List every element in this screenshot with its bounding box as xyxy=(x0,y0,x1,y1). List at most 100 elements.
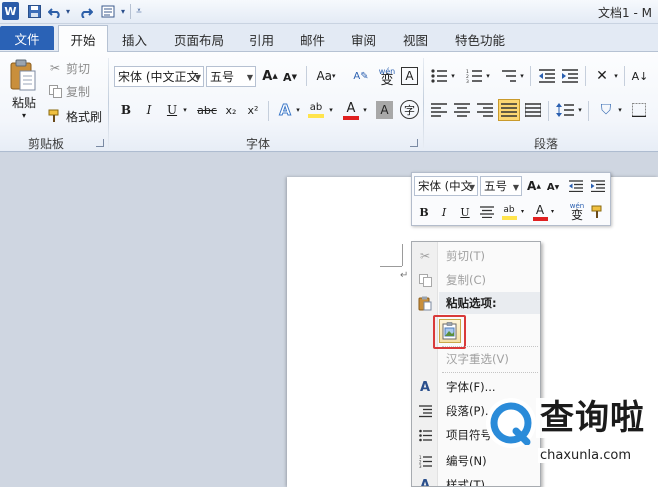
text-effects-dropdown-icon[interactable]: ▾ xyxy=(294,104,302,116)
bullets-dropdown-icon[interactable]: ▾ xyxy=(449,70,457,82)
subscript-button[interactable]: x₂ xyxy=(222,101,240,119)
bullets-icon[interactable] xyxy=(430,67,448,85)
tab-home[interactable]: 开始 xyxy=(58,25,108,52)
menu-item-font[interactable]: A 字体(F)... xyxy=(412,376,540,398)
mini-italic-button[interactable]: I xyxy=(436,203,452,221)
tab-mailings[interactable]: 邮件 xyxy=(300,30,325,49)
watermark-brand: 查询啦 xyxy=(540,398,645,438)
distributed-icon[interactable] xyxy=(524,101,542,119)
asian-layout-icon[interactable]: ✕ xyxy=(592,66,612,86)
undo-dropdown-icon[interactable]: ▾ xyxy=(63,3,73,20)
underline-button[interactable]: U xyxy=(164,101,180,119)
paste-button[interactable]: 粘贴 xyxy=(10,94,38,110)
align-center-icon[interactable] xyxy=(453,101,471,119)
clipboard-launcher-icon[interactable] xyxy=(96,139,104,147)
strikethrough-button[interactable]: abc xyxy=(196,101,218,119)
tab-review[interactable]: 审阅 xyxy=(351,30,376,49)
word-logo-icon[interactable]: W xyxy=(2,2,19,20)
tab-special-features[interactable]: 特色功能 xyxy=(455,30,505,49)
mini-highlight-button[interactable]: ab xyxy=(500,201,518,222)
menu-item-paste-options-label: 粘贴选项: xyxy=(446,296,497,310)
paste-as-picture-icon[interactable] xyxy=(439,319,461,343)
italic-button[interactable]: I xyxy=(141,101,157,119)
line-spacing-icon[interactable] xyxy=(555,101,575,119)
redo-icon[interactable] xyxy=(78,3,94,20)
shading-icon[interactable]: ⛉ xyxy=(596,100,616,120)
numbering-icon[interactable]: 123 xyxy=(465,67,483,85)
print-preview-icon[interactable] xyxy=(100,3,118,20)
phonetic-guide-button[interactable]: wén 变 xyxy=(376,64,398,88)
decrease-indent-icon[interactable] xyxy=(538,67,556,85)
character-shading-button[interactable]: A xyxy=(376,101,393,119)
font-color-button[interactable]: A xyxy=(342,99,360,121)
font-size-combo[interactable]: 五号 ▼ xyxy=(206,66,256,87)
toolbar-separator xyxy=(268,101,269,121)
toolbar-separator xyxy=(624,66,625,86)
mini-highlight-dropdown-icon[interactable]: ▾ xyxy=(519,206,526,216)
copy-icon[interactable] xyxy=(48,84,62,98)
bullets-icon xyxy=(417,427,433,443)
mini-phonetic-guide-button[interactable]: wén 变 xyxy=(566,199,588,223)
format-painter-button[interactable]: 格式刷 xyxy=(66,109,102,124)
align-left-icon[interactable] xyxy=(430,101,448,119)
text-effects-button[interactable]: A xyxy=(276,100,294,120)
mini-format-painter-icon[interactable] xyxy=(590,203,606,221)
multilevel-dropdown-icon[interactable]: ▾ xyxy=(518,70,526,82)
cut-icon[interactable]: ✂ xyxy=(48,61,62,75)
paste-icon[interactable] xyxy=(6,58,40,94)
copy-button[interactable]: 复制 xyxy=(66,84,90,99)
highlight-button[interactable]: ab xyxy=(306,100,326,120)
font-name-combo[interactable]: 宋体 (中文正文 ▼ xyxy=(114,66,204,87)
clear-formatting-icon[interactable]: A✎ xyxy=(352,66,370,86)
mini-shrink-font-icon[interactable]: A ▼ xyxy=(545,178,561,196)
menu-item-copy[interactable]: 复制(C) xyxy=(412,269,540,291)
mini-font-color-dropdown-icon[interactable]: ▾ xyxy=(549,206,556,216)
superscript-button[interactable]: x² xyxy=(244,101,262,119)
character-border-button[interactable]: A xyxy=(401,67,418,85)
mini-center-icon[interactable] xyxy=(479,204,495,220)
align-right-icon[interactable] xyxy=(476,101,494,119)
menu-item-reconvert[interactable]: 汉字重选(V) xyxy=(412,348,540,370)
underline-dropdown-icon[interactable]: ▾ xyxy=(181,104,189,116)
shading-dropdown-icon[interactable]: ▾ xyxy=(616,104,624,116)
mini-decrease-indent-icon[interactable] xyxy=(568,178,584,194)
asian-layout-dropdown-icon[interactable]: ▾ xyxy=(612,70,620,82)
tab-insert[interactable]: 插入 xyxy=(122,30,147,49)
mini-underline-button[interactable]: U xyxy=(457,203,473,221)
format-painter-icon[interactable] xyxy=(48,109,62,123)
menu-item-styles-label: 样式(T) xyxy=(446,478,485,487)
change-case-button[interactable]: Aa ▾ xyxy=(314,67,338,85)
menu-item-styles[interactable]: A 样式(T) xyxy=(412,474,540,487)
tab-references[interactable]: 引用 xyxy=(249,30,274,49)
font-color-dropdown-icon[interactable]: ▾ xyxy=(361,104,369,116)
customize-qat-icon[interactable]: ⩡ xyxy=(134,3,144,20)
mini-increase-indent-icon[interactable] xyxy=(590,178,606,194)
paste-dropdown-icon[interactable]: ▾ xyxy=(18,110,30,120)
increase-indent-icon[interactable] xyxy=(561,67,579,85)
numbering-dropdown-icon[interactable]: ▾ xyxy=(484,70,492,82)
enclose-characters-button[interactable]: 字 xyxy=(400,100,419,119)
qat-more-dropdown-icon[interactable]: ▾ xyxy=(119,3,127,20)
undo-icon[interactable] xyxy=(47,3,63,20)
multilevel-list-icon[interactable] xyxy=(499,67,517,85)
font-launcher-icon[interactable] xyxy=(410,139,418,147)
justify-icon[interactable] xyxy=(498,99,520,121)
tab-page-layout[interactable]: 页面布局 xyxy=(174,30,224,49)
line-spacing-dropdown-icon[interactable]: ▾ xyxy=(576,104,584,116)
bold-button[interactable]: B xyxy=(118,101,134,119)
mini-grow-font-icon[interactable]: A ▲ xyxy=(526,177,542,195)
tab-file[interactable]: 文件 xyxy=(0,26,54,50)
cut-button[interactable]: 剪切 xyxy=(66,61,90,76)
mini-font-combo[interactable]: 宋体 (中文 ▼ xyxy=(414,176,478,196)
sort-icon[interactable]: A↓ xyxy=(630,66,650,86)
borders-icon[interactable] xyxy=(630,101,648,119)
grow-font-icon[interactable]: A ▲ xyxy=(262,67,278,85)
mini-bold-button[interactable]: B xyxy=(416,203,432,221)
save-icon[interactable] xyxy=(26,3,42,20)
shrink-font-icon[interactable]: A ▼ xyxy=(282,68,298,86)
highlight-dropdown-icon[interactable]: ▾ xyxy=(327,104,335,116)
menu-item-cut[interactable]: ✂ 剪切(T) xyxy=(412,245,540,267)
mini-font-color-button[interactable]: A xyxy=(532,201,548,222)
mini-size-combo[interactable]: 五号 ▼ xyxy=(480,176,522,196)
tab-view[interactable]: 视图 xyxy=(403,30,428,49)
